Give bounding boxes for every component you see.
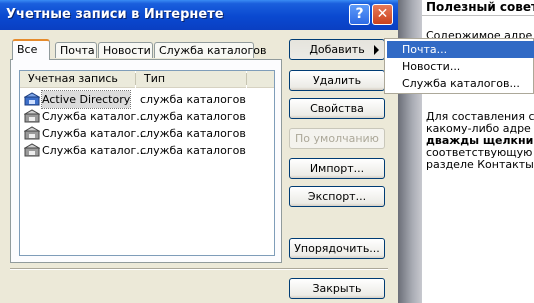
export-button[interactable]: Экспорт...: [289, 186, 385, 207]
close-window-button[interactable]: ✕: [372, 4, 393, 25]
help-text-line: разделе Контакты: [426, 158, 534, 171]
properties-button[interactable]: Свойства: [289, 98, 385, 119]
remove-button[interactable]: Удалить: [289, 70, 385, 91]
help-button[interactable]: ?: [349, 4, 370, 25]
account-type: служба каталогов: [140, 110, 246, 123]
add-menu: Почта... Новости... Служба каталогов...: [384, 38, 534, 94]
add-button[interactable]: Добавить: [289, 39, 385, 60]
menu-item-directory-service[interactable]: Служба каталогов...: [387, 75, 534, 92]
order-button[interactable]: Упорядочить...: [289, 238, 385, 259]
submenu-arrow-icon: [374, 45, 379, 55]
title-bar[interactable]: Учетные записи в Интернете ? ✕: [0, 0, 398, 30]
set-default-button[interactable]: По умолчанию: [289, 128, 385, 149]
menu-item-news[interactable]: Новости...: [387, 58, 534, 75]
tab-mail[interactable]: Почта: [55, 42, 97, 58]
list-item[interactable]: Служба каталог... служба каталогов: [22, 125, 272, 142]
window-title: Учетные записи в Интернете: [6, 7, 224, 22]
directory-service-icon: [24, 143, 40, 157]
import-button[interactable]: Импорт...: [289, 158, 385, 179]
divider: [422, 15, 534, 16]
account-name: Служба каталог...: [42, 110, 147, 123]
directory-service-icon: [24, 92, 40, 106]
column-header-type[interactable]: Тип: [136, 71, 246, 88]
tab-all[interactable]: Все: [12, 39, 50, 60]
column-header-account[interactable]: Учетная запись: [20, 71, 135, 88]
tab-news[interactable]: Новости: [98, 42, 153, 58]
list-item[interactable]: Служба каталог... служба каталогов: [22, 108, 272, 125]
account-type: служба каталогов: [140, 144, 246, 157]
help-title: Полезный совет: [426, 0, 534, 14]
list-item[interactable]: Active Directory служба каталогов: [22, 90, 272, 109]
account-type: служба каталогов: [140, 127, 246, 140]
directory-service-icon: [24, 126, 40, 140]
account-name: Служба каталог...: [42, 127, 147, 140]
menu-item-mail[interactable]: Почта...: [387, 41, 534, 58]
tab-directory-service[interactable]: Служба каталогов: [154, 42, 266, 58]
column-header-empty: [247, 71, 274, 88]
accounts-dialog: Учетные записи в Интернете ? ✕ Все Почта…: [0, 0, 398, 303]
accounts-list[interactable]: Учетная запись Тип Active Directory служ…: [19, 70, 275, 256]
list-item[interactable]: Служба каталог... служба каталогов: [22, 142, 272, 159]
directory-service-icon: [24, 109, 40, 123]
divider: [10, 268, 388, 270]
account-name: Служба каталог...: [42, 144, 147, 157]
account-name: Active Directory: [40, 90, 132, 109]
account-type: служба каталогов: [140, 93, 246, 106]
close-button[interactable]: Закрыть: [289, 278, 385, 299]
